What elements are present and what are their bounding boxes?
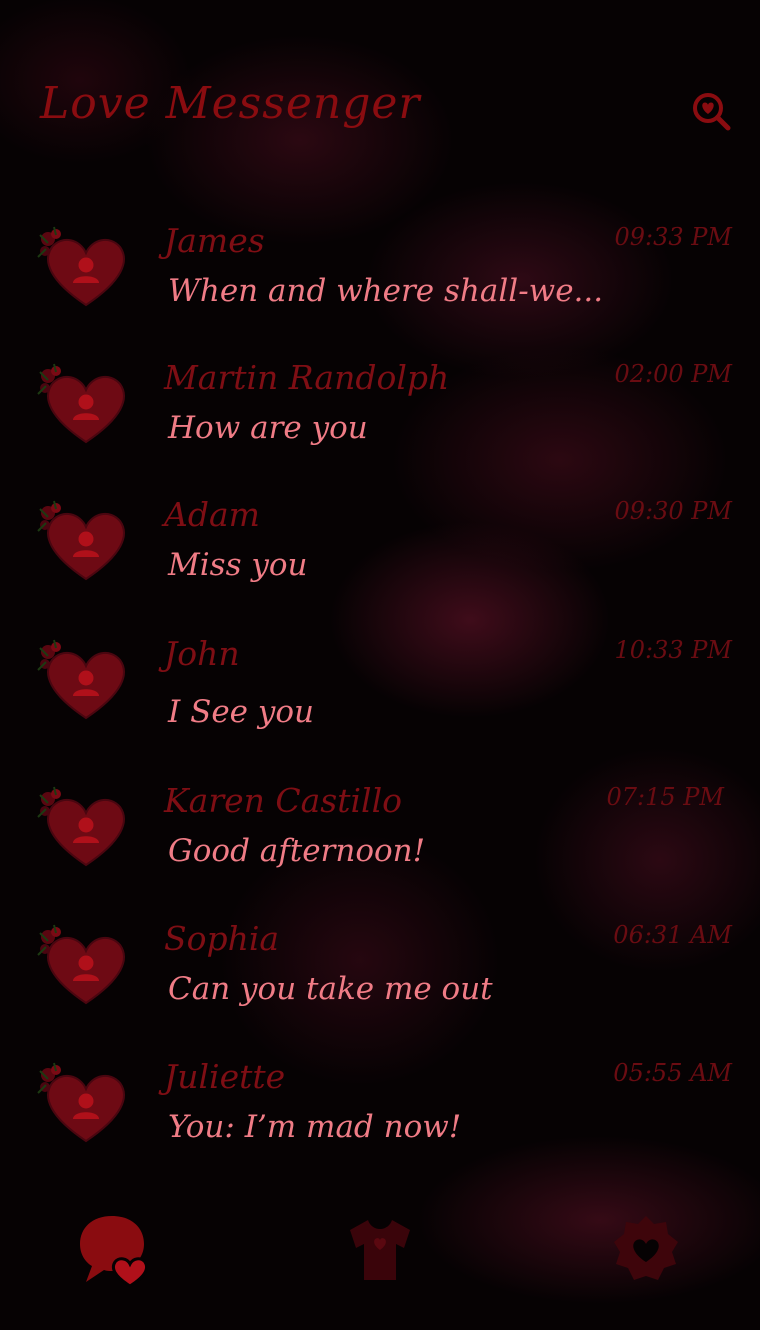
conversation-row[interactable]: Martin Randolph 02:00 PM How are you: [0, 352, 760, 472]
message-time: 06:31 AM: [613, 921, 732, 949]
message-time: 07:15 PM: [606, 783, 724, 811]
settings-heart-icon: [614, 1216, 678, 1280]
heart-avatar-icon: [37, 500, 125, 581]
contact-name: John: [164, 634, 240, 673]
contact-name: Karen Castillo: [164, 781, 403, 820]
chat-heart-icon: [80, 1216, 149, 1288]
app-header: Love Messenger: [0, 0, 760, 210]
heart-avatar-icon: [37, 1062, 125, 1143]
message-time: 05:55 AM: [613, 1059, 732, 1087]
heart-avatar-icon: [37, 786, 125, 867]
message-preview: I See you: [168, 694, 315, 730]
nav-themes-button[interactable]: [340, 1210, 420, 1290]
app-title: Love Messenger: [40, 78, 421, 129]
nav-chats-button[interactable]: [74, 1210, 154, 1290]
message-preview: Good afternoon!: [168, 833, 426, 869]
message-time: 10:33 PM: [614, 636, 732, 664]
conversation-row[interactable]: James 09:33 PM When and where shall-we..…: [0, 215, 760, 335]
conversation-row[interactable]: Sophia 06:31 AM Can you take me out: [0, 913, 760, 1033]
message-preview: How are you: [168, 410, 368, 446]
contact-name: Adam: [164, 495, 260, 534]
heart-avatar-icon: [37, 226, 125, 307]
conversation-row[interactable]: Adam 09:30 PM Miss you: [0, 489, 760, 609]
message-preview: You: I’m mad now!: [168, 1109, 462, 1145]
message-time: 09:30 PM: [614, 497, 732, 525]
conversation-row[interactable]: Karen Castillo 07:15 PM Good afternoon!: [0, 775, 760, 895]
message-preview: When and where shall-we...: [168, 273, 604, 309]
messenger-screen: Love Messenger James 09:33 PM When and w…: [0, 0, 760, 1330]
message-time: 09:33 PM: [614, 223, 732, 251]
contact-name: Sophia: [164, 919, 280, 958]
bottom-nav: [0, 1195, 760, 1315]
search-button[interactable]: [690, 90, 732, 132]
contact-name: Martin Randolph: [164, 358, 450, 397]
nav-settings-button[interactable]: [606, 1210, 686, 1290]
message-preview: Miss you: [168, 547, 308, 583]
heart-avatar-icon: [37, 924, 125, 1005]
conversation-row[interactable]: John 10:33 PM I See you: [0, 628, 760, 748]
message-time: 02:00 PM: [614, 360, 732, 388]
heart-avatar-icon: [37, 363, 125, 444]
conversation-row[interactable]: Juliette 05:55 AM You: I’m mad now!: [0, 1051, 760, 1171]
contact-name: James: [164, 221, 265, 260]
contact-name: Juliette: [164, 1057, 286, 1096]
heart-avatar-icon: [37, 639, 125, 720]
message-preview: Can you take me out: [168, 971, 493, 1007]
theme-shirt-icon: [350, 1220, 410, 1280]
search-heart-icon: [693, 93, 731, 131]
